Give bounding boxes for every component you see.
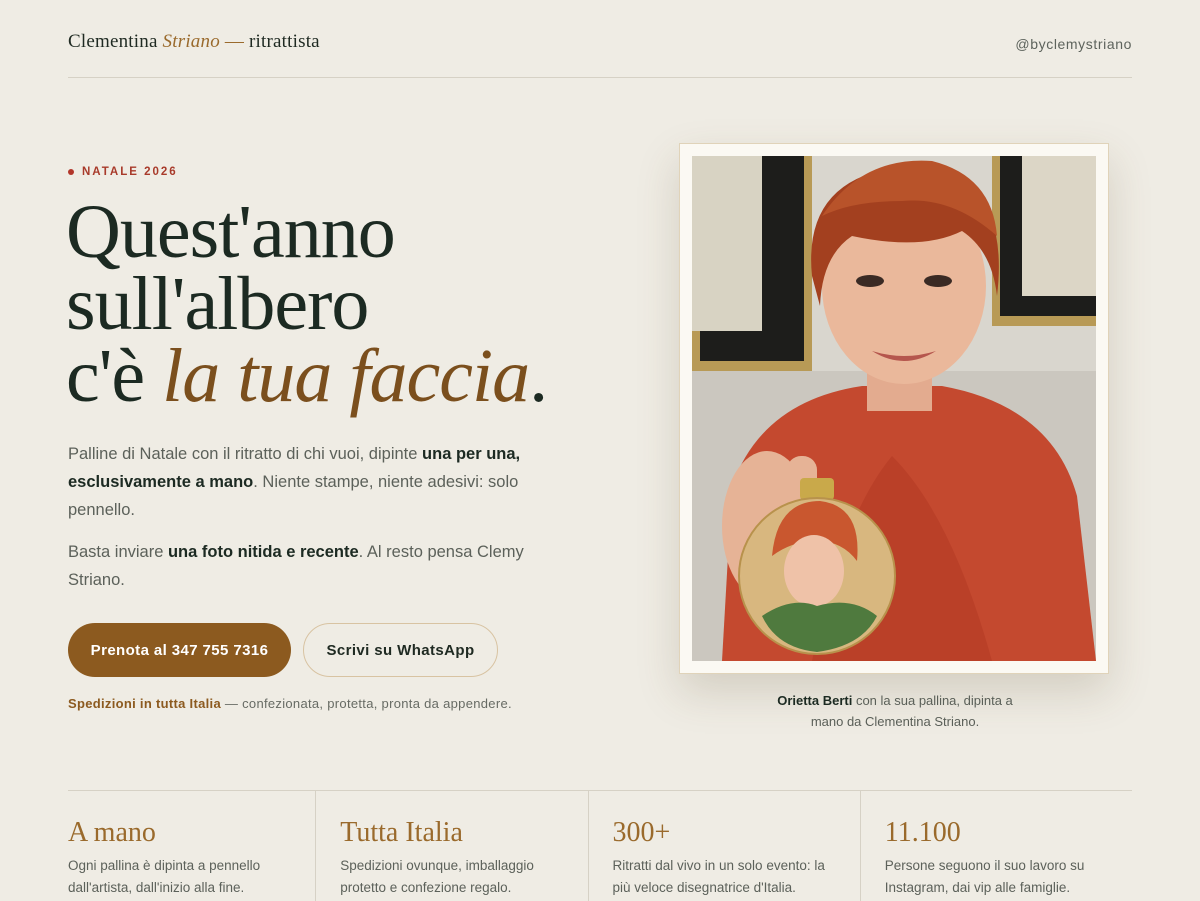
features-strip: A mano Ogni pallina è dipinta a pennello… (68, 790, 1132, 901)
eyebrow: NATALE 2026 (68, 166, 178, 178)
feature-desc: Ritratti dal vivo in un solo evento: la … (612, 858, 825, 895)
eyebrow-label: NATALE 2026 (82, 166, 178, 178)
headline-line-3: c'è la tua faccia. (66, 338, 606, 414)
para1-a: Palline di Natale con il ritratto di chi… (68, 445, 423, 463)
book-call-button[interactable]: Prenota al 347 755 7316 (68, 623, 291, 677)
headline-line-2: sull'albero (66, 262, 369, 346)
brand-surname: Striano (162, 30, 220, 52)
feature-title: Tutta Italia (340, 817, 463, 848)
shipping-note: Spedizioni in tutta Italia — confezionat… (68, 696, 512, 711)
portrait-photo (692, 156, 1096, 661)
headline-line-1: Quest'anno (66, 190, 396, 274)
site-header: Clementina Striano — ritrattista @byclem… (68, 0, 1132, 78)
hero-paragraph-1: Palline di Natale con il ritratto di chi… (68, 440, 568, 524)
photo-caption: Orietta Berti con la sua pallina, dipint… (760, 690, 1030, 732)
dot-icon (68, 169, 74, 175)
para2-bold: una foto nitida e recente (167, 543, 359, 561)
instagram-handle-link[interactable]: @byclemystriano (1015, 36, 1132, 52)
feature-portraits: 300+ Ritratti dal vivo in un solo evento… (587, 791, 860, 901)
feature-shipping: Tutta Italia Spedizioni ovunque, imballa… (315, 791, 587, 901)
para2-a: Basta inviare (68, 543, 168, 561)
feature-title: 300+ (612, 817, 671, 848)
whatsapp-button[interactable]: Scrivi su WhatsApp (303, 623, 498, 677)
feature-desc: Persone seguono il suo lavoro su Instagr… (884, 858, 1085, 895)
brand-name: Clementina (68, 30, 158, 52)
headline-line-3-italic: la tua faccia (162, 334, 530, 418)
feature-hand-made: A mano Ogni pallina è dipinta a pennello… (68, 791, 315, 901)
feature-desc: Spedizioni ovunque, imballaggio protetto… (340, 858, 534, 895)
headline-line-3-post: . (529, 334, 548, 418)
feature-desc: Ogni pallina è dipinta a pennello dall'a… (68, 858, 261, 895)
caption-name: Orietta Berti (777, 693, 853, 708)
hero-headline: Quest'anno sull'albero c'è la tua faccia… (66, 190, 606, 414)
feature-title: A mano (68, 817, 156, 848)
feature-title: 11.100 (884, 817, 961, 848)
brand-logo[interactable]: Clementina Striano — ritrattista (68, 31, 320, 53)
brand-dash: — (224, 30, 245, 52)
shipping-highlight: Spedizioni in tutta Italia (68, 696, 221, 711)
headline-line-3-pre: c'è (66, 334, 145, 418)
portrait-photo-illustration (692, 156, 1096, 661)
brand-role: ritrattista (249, 30, 320, 52)
feature-followers: 11.100 Persone seguono il suo lavoro su … (859, 791, 1132, 901)
photo-frame (679, 143, 1109, 674)
hero-paragraph-2: Basta inviare una foto nitida e recente.… (68, 538, 568, 594)
shipping-rest: — confezionata, protetta, pronta da appe… (220, 696, 512, 711)
